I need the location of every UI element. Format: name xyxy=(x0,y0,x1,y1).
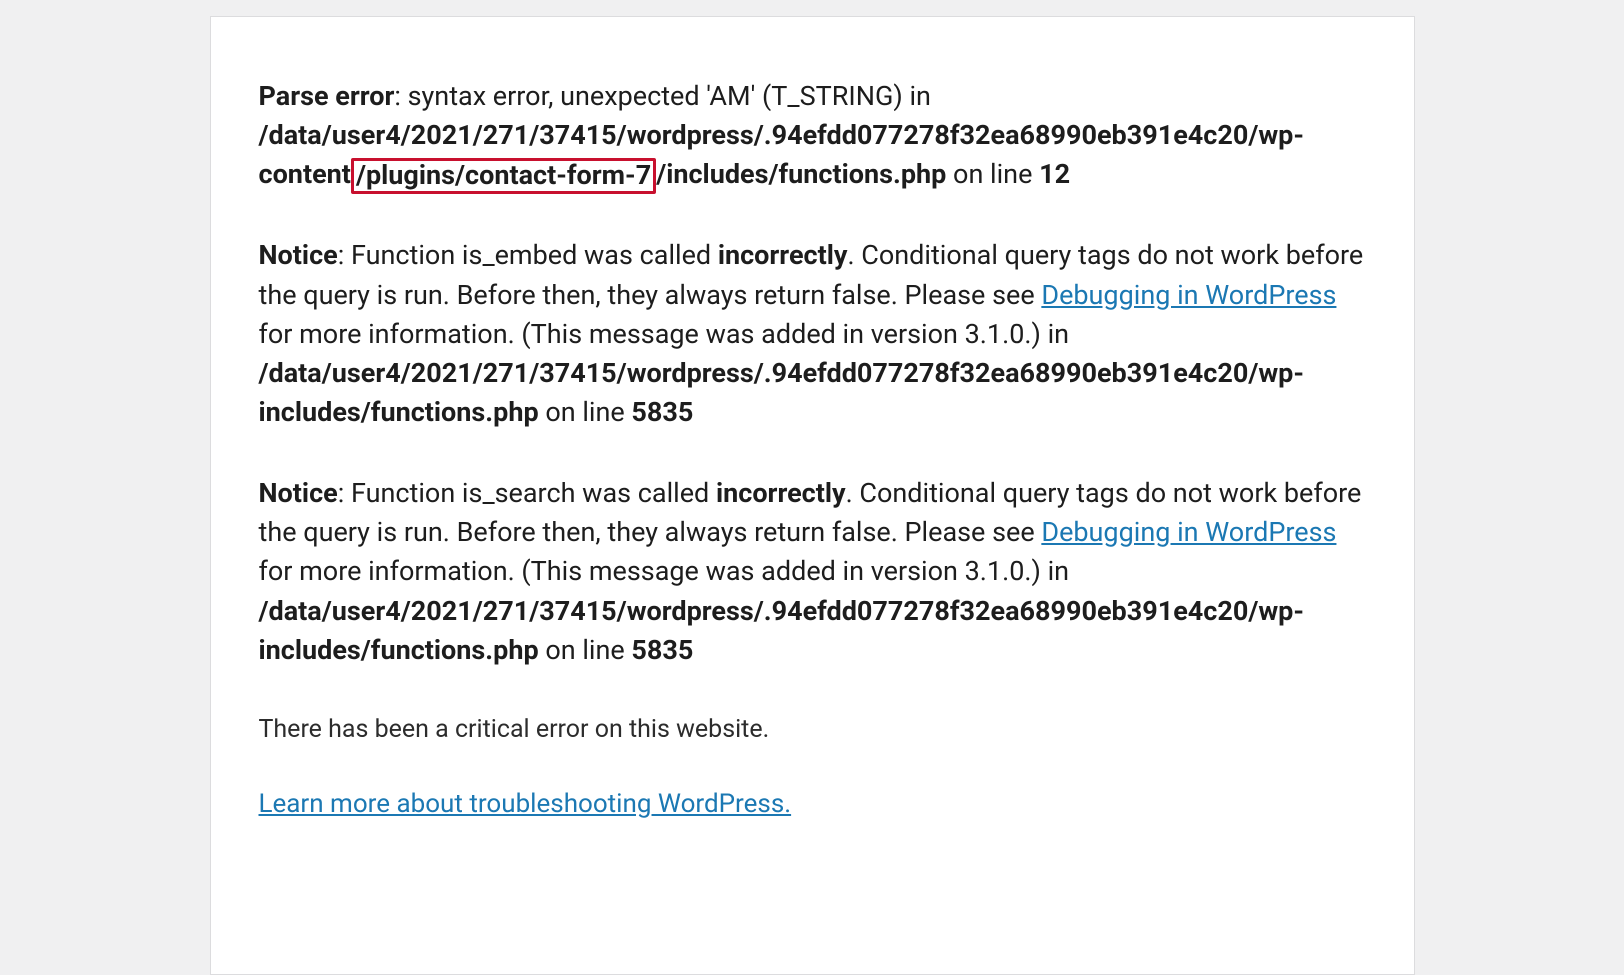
notice1-line-number: 5835 xyxy=(631,396,693,428)
parse-error-block: Parse error: syntax error, unexpected 'A… xyxy=(259,77,1366,194)
learn-more-block: Learn more about troubleshooting WordPre… xyxy=(259,786,1366,824)
notice1-path: /data/user4/2021/271/37415/wordpress/.94… xyxy=(259,357,1305,428)
debugging-in-wordpress-link[interactable]: Debugging in WordPress xyxy=(1041,279,1336,311)
learn-more-troubleshooting-link[interactable]: Learn more about troubleshooting WordPre… xyxy=(259,789,792,819)
notice1-incorrectly: incorrectly xyxy=(718,239,848,271)
notice2-on-line: on line xyxy=(539,634,632,666)
notice1-label: Notice xyxy=(259,239,338,271)
notice-is-search-block: Notice: Function is_search was called in… xyxy=(259,474,1366,670)
parse-error-path-after: /includes/functions.php xyxy=(656,158,946,190)
notice1-post-text2: for more information. (This message was … xyxy=(259,318,1070,350)
notice2-post-text2: for more information. (This message was … xyxy=(259,555,1070,587)
parse-error-message: : syntax error, unexpected 'AM' (T_STRIN… xyxy=(394,80,931,112)
notice1-on-line: on line xyxy=(539,396,632,428)
parse-error-on-line: on line xyxy=(946,158,1039,190)
error-page-container: Parse error: syntax error, unexpected 'A… xyxy=(210,16,1415,975)
parse-error-path-highlight: /plugins/contact-form-7 xyxy=(356,159,651,191)
notice1-pre-text: : Function is_embed was called xyxy=(338,239,718,271)
parse-error-line-number: 12 xyxy=(1039,158,1070,190)
highlighted-plugin-path: /plugins/contact-form-7 xyxy=(351,158,656,194)
notice2-pre-text: : Function is_search was called xyxy=(338,477,716,509)
notice2-incorrectly: incorrectly xyxy=(716,477,846,509)
critical-error-text: There has been a critical error on this … xyxy=(259,712,1366,748)
notice-is-embed-block: Notice: Function is_embed was called inc… xyxy=(259,236,1366,432)
notice2-path: /data/user4/2021/271/37415/wordpress/.94… xyxy=(259,595,1305,666)
parse-error-label: Parse error xyxy=(259,80,395,112)
debugging-in-wordpress-link[interactable]: Debugging in WordPress xyxy=(1041,516,1336,548)
notice2-line-number: 5835 xyxy=(631,634,693,666)
notice2-label: Notice xyxy=(259,477,338,509)
